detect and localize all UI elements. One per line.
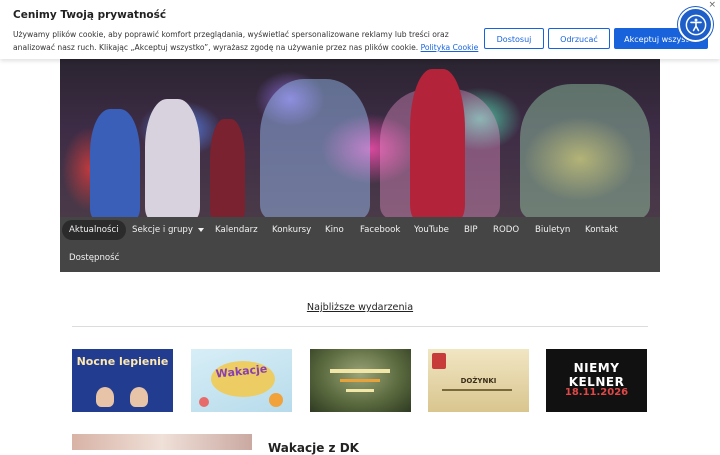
event-card-date: 18.11.2026 (564, 387, 629, 398)
nav-item-dostepnosc[interactable]: Dostępność (62, 248, 126, 268)
event-illustration (346, 389, 374, 392)
event-illustration (442, 389, 512, 391)
nav-item-kino[interactable]: Kino (318, 220, 351, 240)
event-illustration (199, 397, 209, 407)
accessibility-icon (685, 14, 706, 35)
event-illustration (269, 393, 283, 407)
event-card[interactable]: NIEMY KELNER 18.11.2026 (546, 349, 647, 412)
featured-title[interactable]: Wakacje z DK (268, 441, 359, 455)
events-heading: Najbliższe wydarzenia (0, 302, 720, 313)
customize-button[interactable]: Dostosuj (484, 28, 544, 49)
accessibility-button[interactable] (678, 7, 713, 42)
close-icon[interactable]: × (708, 0, 716, 10)
event-illustration (330, 369, 390, 373)
event-card[interactable]: DOŻYNKI (428, 349, 529, 412)
cookie-policy-link[interactable]: Polityka Cookie (421, 43, 479, 52)
crest-icon (432, 353, 446, 369)
featured-image[interactable] (72, 434, 252, 450)
nav-item-aktualnosci[interactable]: Aktualności (62, 220, 126, 240)
event-card[interactable]: Nocne lepienie (72, 349, 173, 412)
events-heading-link[interactable]: Najbliższe wydarzenia (307, 302, 413, 313)
event-illustration (96, 387, 114, 407)
cookie-banner-text: Używamy plików cookie, aby poprawić komf… (13, 28, 483, 54)
nav-item-kontakt[interactable]: Kontakt (578, 220, 625, 240)
event-card-caption: NIEMY KELNER (568, 361, 625, 389)
event-card-caption: Nocne lepienie (76, 355, 169, 368)
cookie-banner-title: Cenimy Twoją prywatność (13, 9, 167, 21)
nav-item-youtube[interactable]: YouTube (407, 220, 456, 240)
nav-item-label: Sekcje i grupy (132, 225, 193, 235)
nav-item-kalendarz[interactable]: Kalendarz (208, 220, 265, 240)
nav-item-rodo[interactable]: RODO (486, 220, 526, 240)
event-card[interactable] (310, 349, 411, 412)
nav-item-bip[interactable]: BIP (457, 220, 485, 240)
reject-button[interactable]: Odrzucać (548, 28, 610, 49)
event-illustration (340, 379, 380, 382)
caret-down-icon (197, 227, 204, 232)
nav-item-konkursy[interactable]: Konkursy (265, 220, 318, 240)
cookie-banner: Cenimy Twoją prywatność Używamy plików c… (0, 0, 720, 59)
nav-item-facebook[interactable]: Facebook (353, 220, 407, 240)
divider (72, 326, 648, 327)
hero-image (60, 59, 660, 217)
nav-item-biuletyn[interactable]: Biuletyn (528, 220, 577, 240)
main-nav: Aktualności Sekcje i grupy Kalendarz Kon… (60, 217, 660, 272)
nav-item-sekcje[interactable]: Sekcje i grupy (125, 220, 211, 240)
event-card-caption: DOŻYNKI (460, 377, 497, 385)
cookie-banner-message: Używamy plików cookie, aby poprawić komf… (13, 30, 449, 52)
event-card[interactable]: Wakacje (191, 349, 292, 412)
event-illustration (130, 387, 148, 407)
